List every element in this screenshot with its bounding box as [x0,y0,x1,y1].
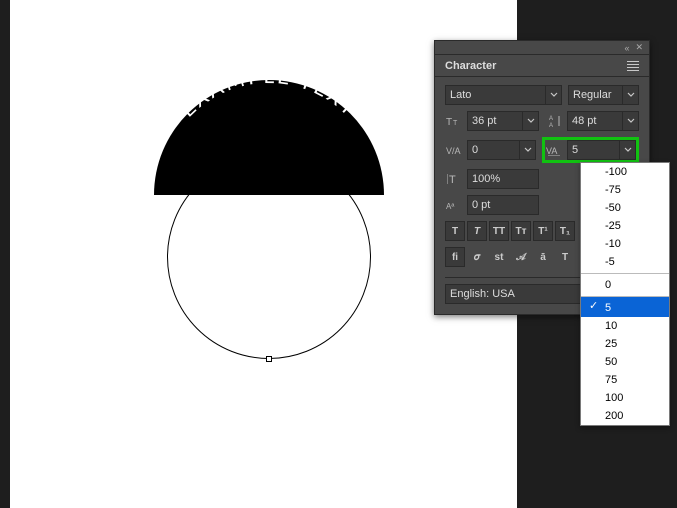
svg-text:A: A [549,116,553,122]
font-size-select[interactable] [467,111,539,131]
tracking-icon: VA [545,142,563,158]
tracking-option[interactable]: 10 [581,317,669,335]
chevron-down-icon[interactable] [522,112,538,130]
font-size-input[interactable] [468,112,522,130]
leading-select[interactable] [567,111,639,131]
panel-collapse-icon[interactable]: « [624,43,629,53]
chevron-down-icon[interactable] [619,141,635,159]
tracking-option[interactable]: -100 [581,163,669,181]
kerning-input[interactable] [468,141,519,159]
chevron-down-icon[interactable] [622,86,638,104]
tracking-select[interactable] [567,140,636,160]
tracking-option[interactable]: -5 [581,253,669,271]
baseline-shift-input[interactable] [468,196,538,214]
faux-italic-button[interactable]: T [467,221,487,241]
subscript-button[interactable]: T₁ [555,221,575,241]
tracking-option[interactable]: -75 [581,181,669,199]
kerning-select[interactable] [467,140,536,160]
stylistic-alt-button[interactable]: ā [533,247,553,267]
ligatures-button[interactable]: fi [445,247,465,267]
svg-text:VA: VA [546,146,557,156]
tracking-option[interactable]: -50 [581,199,669,217]
small-caps-button[interactable]: Tᴛ [511,221,531,241]
chevron-down-icon[interactable] [622,112,638,130]
vertical-scale-input[interactable] [468,170,538,188]
tracking-option[interactable]: 200 [581,407,669,425]
font-family-select[interactable] [445,85,562,105]
tracking-option[interactable]: 5 [581,296,669,317]
svg-text:V/A: V/A [446,146,461,156]
chevron-down-icon[interactable] [519,141,535,159]
panel-menu-icon[interactable] [627,60,643,72]
swash-button[interactable]: 𝒜 [511,247,531,267]
font-style-select[interactable] [568,85,639,105]
tracking-option[interactable]: 50 [581,353,669,371]
font-size-icon: TT [445,113,463,129]
vertical-scale-icon: T [445,171,463,187]
kerning-icon: V/A [445,142,463,158]
tracking-input[interactable] [568,141,619,159]
svg-text:A: A [549,123,553,128]
baseline-shift-select[interactable] [467,195,539,215]
leading-input[interactable] [568,112,622,130]
svg-text:Aª: Aª [446,202,454,211]
panel-close-icon[interactable]: ✕ [635,42,643,53]
tracking-option[interactable]: 75 [581,371,669,389]
tracking-option[interactable]: 100 [581,389,669,407]
tracking-option[interactable]: -25 [581,217,669,235]
leading-icon: AA [545,113,563,129]
titling-button[interactable]: T [555,247,575,267]
svg-text:T: T [449,174,456,186]
chevron-down-icon[interactable] [545,86,561,104]
svg-text:T: T [453,120,458,127]
discretionary-lig-button[interactable]: st [489,247,509,267]
tracking-option[interactable]: 0 [581,273,669,294]
path-anchor-top[interactable] [266,152,272,158]
svg-text:T: T [446,117,452,128]
faux-bold-button[interactable]: T [445,221,465,241]
path-anchor-bottom[interactable] [266,356,272,362]
superscript-button[interactable]: T¹ [533,221,553,241]
tracking-highlight: VA [542,137,639,163]
circle-path-shape[interactable] [167,155,371,359]
baseline-shift-icon: Aª [445,197,463,213]
font-family-input[interactable] [446,86,545,104]
tab-character[interactable]: Character [441,60,500,72]
vertical-scale-select[interactable] [467,169,539,189]
tracking-dropdown-list[interactable]: -100-75-50-25-10-50510255075100200 [580,162,670,426]
tracking-option[interactable]: -10 [581,235,669,253]
all-caps-button[interactable]: TT [489,221,509,241]
font-style-input[interactable] [569,86,622,104]
alt-ligatures-button[interactable]: 𝜎 [467,247,487,267]
sample-text-label: EXAMPLE TEXT [175,63,364,122]
tracking-option[interactable]: 25 [581,335,669,353]
